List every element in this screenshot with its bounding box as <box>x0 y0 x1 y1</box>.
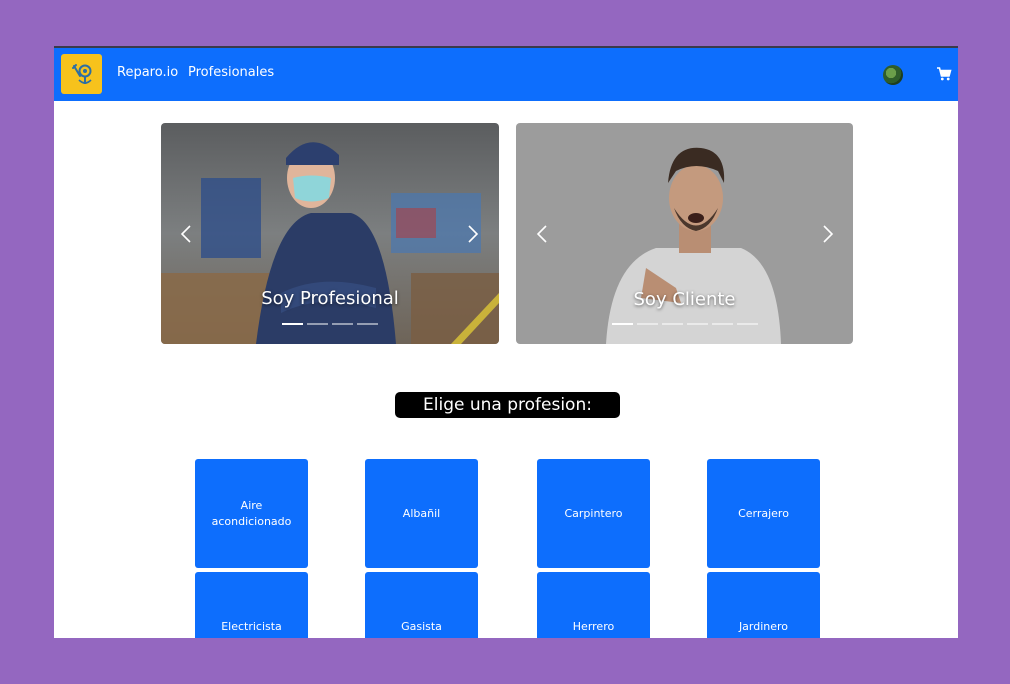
carousel-pro-indicator[interactable] <box>332 323 353 325</box>
profession-button-albanil[interactable]: Albañil <box>365 459 478 568</box>
browser-window: Reparo.io Profesionales Soy Profesional … <box>54 46 958 638</box>
carousel-pro-next-icon[interactable] <box>466 223 480 245</box>
carousel-cli-indicator[interactable] <box>636 323 658 325</box>
avatar[interactable] <box>883 65 903 85</box>
carousel-pro-indicator[interactable] <box>282 323 303 325</box>
brand-link[interactable]: Reparo.io <box>117 65 178 80</box>
wrench-location-icon <box>71 64 92 84</box>
carousel-pro-caption: Soy Profesional <box>261 288 399 309</box>
carousel-cli-indicator[interactable] <box>736 323 758 325</box>
profession-button-aire-acondicionado[interactable]: Aire acondicionado <box>195 459 308 568</box>
carousel-pro-indicator[interactable] <box>357 323 378 325</box>
profession-button-carpintero[interactable]: Carpintero <box>537 459 650 568</box>
profession-button-gasista[interactable]: Gasista <box>365 572 478 638</box>
profession-button-electricista[interactable]: Electricista <box>195 572 308 638</box>
carousel-cliente[interactable]: Soy Cliente <box>516 123 853 344</box>
carousel-cli-next-icon[interactable] <box>821 223 835 245</box>
navbar: Reparo.io Profesionales <box>54 48 958 101</box>
logo[interactable] <box>61 54 102 94</box>
carousel-cli-indicator[interactable] <box>661 323 683 325</box>
profession-button-jardinero[interactable]: Jardinero <box>707 572 820 638</box>
nav-link-profesionales[interactable]: Profesionales <box>188 65 274 80</box>
carousel-pro-prev-icon[interactable] <box>179 223 193 245</box>
carousel-cli-caption: Soy Cliente <box>633 289 736 310</box>
carousel-cli-indicator[interactable] <box>686 323 708 325</box>
carousel-cli-indicators <box>516 323 853 325</box>
carousel-profesional[interactable]: Soy Profesional <box>161 123 499 344</box>
profesional-photo <box>161 123 499 344</box>
cart-icon[interactable] <box>936 66 952 82</box>
carousel-cli-indicator[interactable] <box>711 323 733 325</box>
carousel-pro-indicators <box>161 323 499 325</box>
carousel-cli-indicator[interactable] <box>611 323 633 325</box>
carousel-cli-prev-icon[interactable] <box>535 223 549 245</box>
profession-button-cerrajero[interactable]: Cerrajero <box>707 459 820 568</box>
section-heading: Elige una profesion: <box>395 392 620 418</box>
cliente-photo <box>516 123 853 344</box>
carousel-pro-indicator[interactable] <box>307 323 328 325</box>
profession-button-herrero[interactable]: Herrero <box>537 572 650 638</box>
